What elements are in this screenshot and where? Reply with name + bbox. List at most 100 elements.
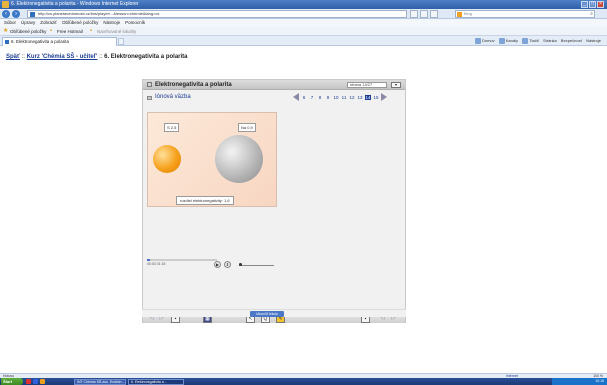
back-link[interactable]: Späť	[6, 54, 20, 60]
favorites-button[interactable]: ★ Obľúbené položky	[3, 28, 46, 35]
new-tab-button[interactable]	[118, 38, 124, 45]
page-link-14-current[interactable]: 14	[365, 94, 371, 100]
lesson-header: Elektronegativita a polarita strana 14/2…	[143, 80, 405, 90]
back-arrow-icon[interactable]: ‹	[2, 10, 10, 18]
progress-bar[interactable]	[147, 259, 217, 261]
safety-menu-button[interactable]: Bezpečnosť	[561, 38, 582, 44]
favorite-suggested-label: Navrhované lokality	[97, 29, 137, 34]
pause-icon[interactable]: Ⅱ	[224, 261, 231, 268]
page-link-13[interactable]: 13	[357, 95, 363, 100]
sodium-label: Na 0,9	[238, 123, 256, 132]
site-favicon	[30, 12, 35, 17]
page-link-12[interactable]: 12	[349, 95, 355, 100]
window-titlebar: 6. Elektronegativita a polarita - Window…	[0, 0, 607, 9]
search-icon[interactable]: ⌕	[590, 12, 593, 17]
taskbar-task-word[interactable]: INT Chémia SŠ-doc. Endlich...	[74, 379, 126, 385]
slide-select[interactable]: strana 14/27	[347, 82, 387, 88]
taskbar: Štart INT Chémia SŠ-doc. Endlich... 6. E…	[0, 378, 607, 385]
tab-bar: 6. Elektronegativita a polarita Domov Ka…	[0, 36, 607, 46]
page-link-8[interactable]: 8	[317, 95, 323, 100]
quicklaunch-ie-icon[interactable]	[33, 379, 38, 384]
favorite-hotmail[interactable]: ▪ Free Hotmail	[50, 28, 83, 35]
course-link[interactable]: Kurz 'Chémia SŠ - učiteľ'	[27, 54, 98, 60]
start-button[interactable]: Štart	[1, 378, 23, 385]
home-label: Domov	[481, 38, 495, 44]
menu-favorites[interactable]: Obľúbené položky	[62, 19, 98, 27]
quick-launch	[26, 379, 45, 384]
page-link-7[interactable]: 7	[309, 95, 315, 100]
clock: 10:15	[595, 379, 604, 383]
ionic-bond-animation: S 2,5 Na 0,9 rozdiel elektronegativity: …	[147, 112, 277, 207]
print-label: Tlačiť	[529, 38, 539, 44]
address-input[interactable]: http://cs.planetavedomosti.cz/lms/player…	[27, 10, 407, 18]
feeds-button[interactable]: Kanály	[498, 38, 518, 44]
search-placeholder: Bing	[464, 11, 473, 16]
pager-next-icon[interactable]	[381, 93, 387, 101]
menu-tools[interactable]: Nástroje	[103, 19, 120, 27]
tab-lesson[interactable]: 6. Elektronegativita a polarita	[2, 37, 117, 46]
menu-view[interactable]: Zobraziť	[40, 19, 57, 27]
search-input[interactable]: Bing ⌕	[455, 10, 595, 18]
slide-subtitle: Iónová väzba	[147, 94, 191, 100]
quicklaunch-app-icon[interactable]	[26, 379, 31, 384]
pager-prev-icon[interactable]	[293, 93, 299, 101]
breadcrumb: Späť :: Kurz 'Chémia SŠ - učiteľ' :: 6. …	[6, 54, 188, 60]
tab-label: 6. Elektronegativita a polarita	[11, 39, 70, 44]
page-link-15[interactable]: 15	[373, 95, 379, 100]
menu-file[interactable]: Súbor	[4, 19, 16, 27]
volume-knob[interactable]	[239, 263, 242, 266]
page-link-10[interactable]: 10	[333, 95, 339, 100]
maximize-button[interactable]: □	[589, 1, 596, 8]
print-icon	[522, 38, 528, 44]
favorite-hotmail-label: Free Hotmail	[57, 29, 83, 34]
slide-subtitle-text: Iónová väzba	[155, 94, 191, 100]
volume-slider[interactable]	[239, 263, 274, 266]
favorites-bar: ★ Obľúbené položky ▪ Free Hotmail ▪ Navr…	[0, 27, 607, 36]
menu-edit[interactable]: Úpravy	[21, 19, 35, 27]
forward-arrow-icon[interactable]: ›	[12, 10, 20, 18]
address-bar-row: ‹ › http://cs.planetavedomosti.cz/lms/pl…	[0, 9, 607, 19]
favorites-label: Obľúbené položky	[10, 29, 47, 34]
tools-menu-button[interactable]: Nástroje	[586, 38, 601, 44]
window-title: 6. Elektronegativita a polarita - Window…	[11, 1, 139, 7]
page-content: Späť :: Kurz 'Chémia SŠ - učiteľ' :: 6. …	[0, 47, 607, 373]
play-icon[interactable]: ▶	[214, 261, 221, 268]
progress-fill	[147, 259, 150, 261]
page-link-6[interactable]: 6	[301, 95, 307, 100]
page-menu-button[interactable]: Stránka	[543, 38, 557, 44]
app-icon	[2, 1, 9, 8]
taskbar-task-ie[interactable]: 6. Elektronegativita a...	[128, 379, 184, 385]
lesson-footer: Ukončiť lekciu	[142, 309, 406, 317]
compatibility-icon[interactable]	[410, 10, 418, 18]
page-link-9[interactable]: 9	[325, 95, 331, 100]
media-controls: 00:03 01:15 ▶ Ⅱ	[147, 259, 277, 271]
sulfur-atom	[153, 145, 181, 173]
sulfur-label: S 2,5	[164, 123, 180, 132]
electronegativity-difference: rozdiel elektronegativity: 1,6	[176, 196, 234, 205]
minimize-button[interactable]: _	[581, 1, 588, 8]
window-buttons: _ □ ×	[581, 1, 604, 8]
star-icon: ★	[3, 28, 9, 34]
menu-help[interactable]: Pomocník	[125, 19, 145, 27]
stop-icon[interactable]	[430, 10, 438, 18]
chevron-down-icon[interactable]: ▾	[391, 82, 401, 88]
command-bar: Domov Kanály Tlačiť Stránka Bezpečnosť N…	[474, 38, 601, 44]
system-tray: 10:15	[552, 378, 607, 385]
feeds-label: Kanály	[505, 38, 518, 44]
favorite-suggested-sites[interactable]: ▪ Navrhované lokality	[90, 28, 136, 35]
playback-time: 00:03 01:15	[147, 262, 166, 266]
refresh-icon[interactable]	[420, 10, 428, 18]
address-actions	[410, 10, 438, 18]
close-button[interactable]: ×	[597, 1, 604, 8]
quicklaunch-folder-icon[interactable]	[40, 379, 45, 384]
home-button[interactable]: Domov	[474, 38, 495, 44]
sodium-atom	[215, 135, 263, 183]
lesson-menu-icon[interactable]	[147, 82, 152, 87]
feeds-icon	[498, 38, 505, 44]
tab-favicon	[5, 40, 9, 44]
lesson-title: Elektronegativita a polarita	[155, 82, 232, 88]
print-button[interactable]: Tlačiť	[522, 38, 539, 44]
page-link-11[interactable]: 11	[341, 95, 347, 100]
lesson-player: Elektronegativita a polarita strana 14/2…	[142, 79, 406, 323]
finish-lesson-button[interactable]: Ukončiť lekciu	[250, 311, 284, 317]
